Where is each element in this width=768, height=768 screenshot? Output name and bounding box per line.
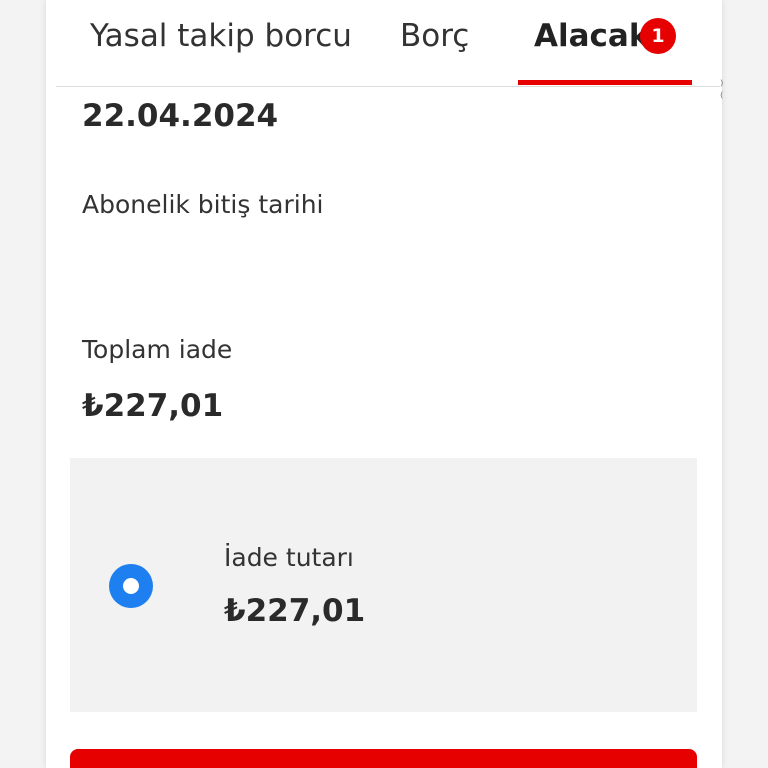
tab-bar: Yasal takip borcu Borç Alacak 1 ⁾⁽: [56, 0, 723, 105]
page: Yasal takip borcu Borç Alacak 1 ⁾⁽ 22.04…: [0, 0, 768, 768]
continue-button[interactable]: [70, 749, 697, 768]
tab-debt[interactable]: Borç: [400, 14, 469, 58]
subscription-end-date-label: Abonelik bitiş tarihi: [82, 190, 324, 219]
refund-amount-value: ₺227,01: [224, 593, 366, 629]
tab-legal-follow-up-debt[interactable]: Yasal takip borcu: [90, 14, 352, 58]
radio-selected-icon[interactable]: [109, 564, 153, 608]
date-value: 22.04.2024: [82, 98, 279, 134]
refund-amount-label: İade tutarı: [224, 543, 354, 572]
tab-credit[interactable]: Alacak: [534, 14, 649, 58]
active-tab-indicator: [518, 80, 692, 85]
notification-badge: 1: [640, 18, 676, 54]
refund-amount-option[interactable]: [70, 458, 697, 712]
total-refund-label: Toplam iade: [82, 335, 233, 364]
radio-inner-dot: [123, 578, 139, 594]
partial-icon: ⁾⁽: [720, 78, 724, 106]
total-refund-value: ₺227,01: [82, 388, 224, 424]
